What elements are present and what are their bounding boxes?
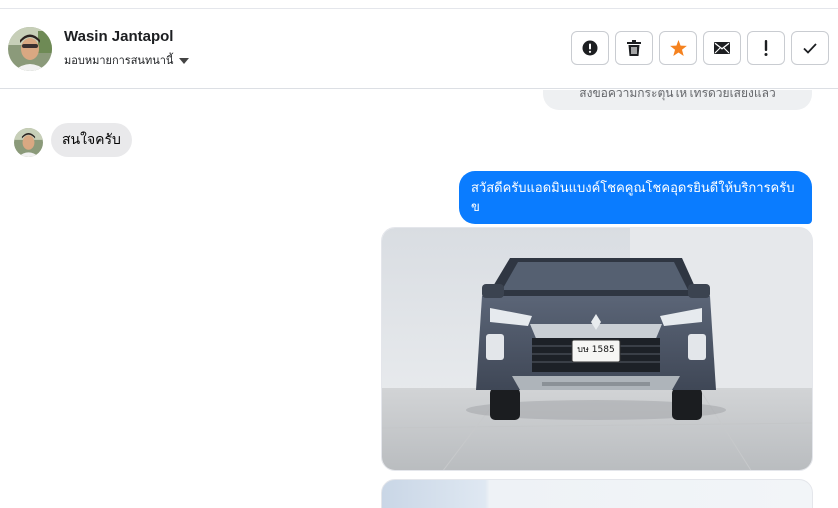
contact-avatar[interactable] xyxy=(8,27,52,71)
license-plate-text: บษ 1585 xyxy=(577,345,614,355)
assign-label: มอบหมายการสนทนานี้ xyxy=(64,54,174,67)
message-thread[interactable]: ส่งข้อความกระตุ้นให้โทรด้วยเสียงแล้ว สนใ… xyxy=(0,90,838,508)
delete-button[interactable] xyxy=(615,31,653,65)
star-icon xyxy=(669,40,687,56)
assign-conversation-dropdown[interactable]: มอบหมายการสนทนานี้ xyxy=(64,51,190,69)
conversation-header: Wasin Jantapol มอบหมายการสนทนานี้ xyxy=(0,9,838,89)
trash-icon xyxy=(627,40,641,56)
exclamation-circle-icon xyxy=(582,40,598,56)
spam-button[interactable] xyxy=(571,31,609,65)
star-button[interactable] xyxy=(659,31,697,65)
outgoing-message[interactable]: สวัสดีครับแอดมินแบงค์โชคคูณโชคอุดรยินดีใ… xyxy=(459,171,812,224)
envelope-icon xyxy=(714,42,730,54)
system-message: ส่งข้อความกระตุ้นให้โทรด้วยเสียงแล้ว xyxy=(543,90,812,110)
second-photo-attachment[interactable] xyxy=(381,479,813,508)
action-toolbar xyxy=(571,31,829,65)
car-photo-attachment[interactable]: บษ 1585 xyxy=(381,227,813,471)
mark-unread-button[interactable] xyxy=(703,31,741,65)
system-message-text: ส่งข้อความกระตุ้นให้โทรด้วยเสียงแล้ว xyxy=(579,90,776,100)
mark-done-button[interactable] xyxy=(791,31,829,65)
contact-name: Wasin Jantapol xyxy=(64,28,174,45)
incoming-message-text: สนใจครับ xyxy=(62,132,121,148)
sender-avatar[interactable] xyxy=(14,128,43,157)
check-icon xyxy=(803,42,817,54)
incoming-message[interactable]: สนใจครับ xyxy=(51,123,132,157)
outgoing-message-text: สวัสดีครับแอดมินแบงค์โชคคูณโชคอุดรยินดีใ… xyxy=(471,181,795,215)
exclamation-icon xyxy=(764,40,768,56)
caret-down-icon xyxy=(179,57,190,64)
follow-up-button[interactable] xyxy=(747,31,785,65)
